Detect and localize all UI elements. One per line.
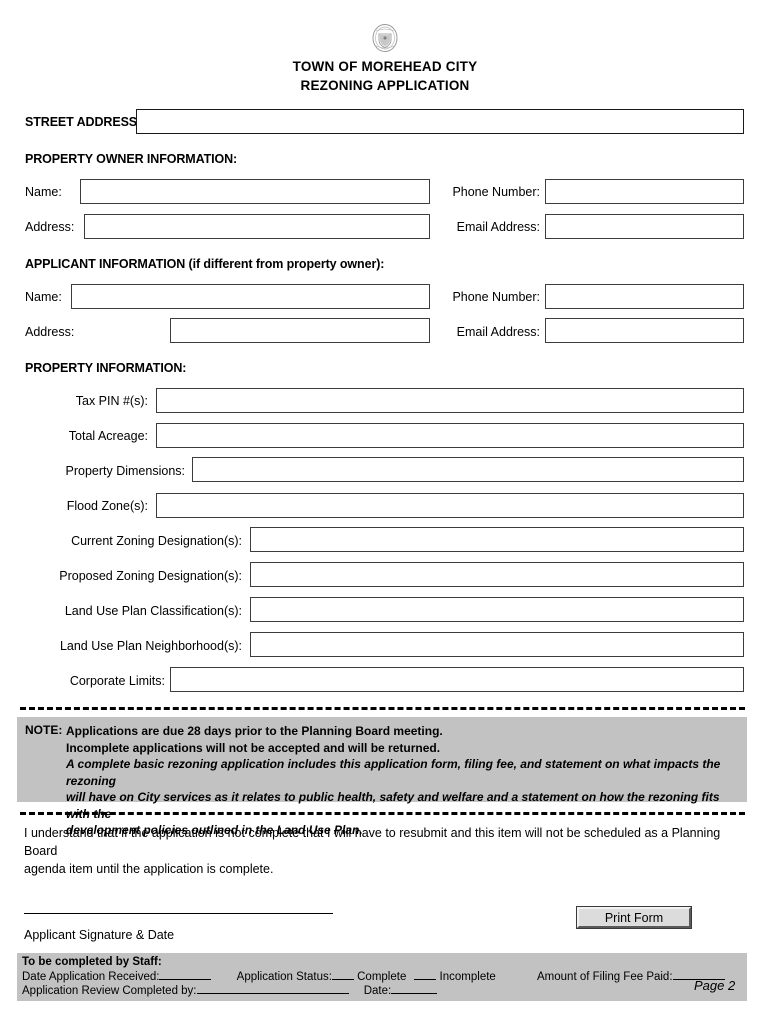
status-complete-blank[interactable] [331,979,354,980]
corporate-limits-label: Corporate Limits: [69,674,165,688]
applicant-phone-input[interactable] [545,284,744,309]
flood-zone-input[interactable] [156,493,744,518]
land-use-classification-label: Land Use Plan Classification(s): [64,604,242,618]
applicant-address-input[interactable] [170,318,430,343]
property-information-heading: PROPERTY INFORMATION: [25,361,187,375]
owner-address-label: Address: [25,220,75,234]
statement-line-1: I understand that if the application is … [24,826,721,858]
property-owner-heading: PROPERTY OWNER INFORMATION: [25,152,238,166]
note-line-1: Applications are due 28 days prior to th… [66,724,443,738]
date-received-blank[interactable] [159,979,212,980]
statement-line-2: agenda item until the application is com… [24,862,274,876]
total-acreage-input[interactable] [156,423,744,448]
note-label: NOTE: [25,723,63,737]
land-use-neighborhood-input[interactable] [250,632,744,657]
staff-section-title: To be completed by Staff: [22,956,162,968]
review-date-blank[interactable] [391,993,438,994]
staff-row-1: Date Application Received: Application S… [22,970,725,985]
signature-line[interactable] [24,913,333,914]
note-line-4: will have on City services as it relates… [66,790,720,821]
section-divider-bottom [20,812,745,815]
owner-email-label: Email Address: [456,220,540,234]
corporate-limits-input[interactable] [170,667,744,692]
filing-fee-label: Amount of Filing Fee Paid: [537,971,673,983]
review-date-label: Date: [363,985,392,997]
land-use-neighborhood-label: Land Use Plan Neighborhood(s): [59,639,242,653]
title-line-2: REZONING APPLICATION [300,78,470,93]
proposed-zoning-input[interactable] [250,562,744,587]
signature-caption: Applicant Signature & Date [24,928,175,942]
owner-phone-input[interactable] [545,179,744,204]
tax-pin-label: Tax PIN #(s): [75,394,148,408]
applicant-address-label: Address: [25,325,75,339]
applicant-name-label: Name: [25,290,62,304]
applicant-phone-label: Phone Number: [452,290,540,304]
owner-address-input[interactable] [84,214,430,239]
town-seal-icon [371,22,399,54]
owner-name-label: Name: [25,185,62,199]
street-address-label: STREET ADDRESS: [25,115,142,129]
review-completed-by-blank[interactable] [196,993,349,994]
total-acreage-label: Total Acreage: [68,429,148,443]
tax-pin-input[interactable] [156,388,744,413]
land-use-classification-input[interactable] [250,597,744,622]
current-zoning-input[interactable] [250,527,744,552]
property-dimensions-label: Property Dimensions: [65,464,186,478]
status-incomplete-blank[interactable] [414,979,437,980]
street-address-input[interactable] [136,109,744,134]
date-received-label: Date Application Received: [22,971,160,983]
applicant-email-input[interactable] [545,318,744,343]
flood-zone-label: Flood Zone(s): [66,499,148,513]
owner-name-input[interactable] [80,179,430,204]
owner-phone-label: Phone Number: [452,185,540,199]
status-incomplete-label: Incomplete [439,971,496,983]
rezoning-application-page: TOWN OF MOREHEAD CITY REZONING APPLICATI… [0,0,770,1024]
page-number: Page 2 [694,978,736,993]
owner-email-input[interactable] [545,214,744,239]
review-completed-by-label: Application Review Completed by: [22,985,197,997]
understanding-statement: I understand that if the application is … [24,824,740,878]
applicant-heading: APPLICANT INFORMATION (if different from… [25,257,385,271]
note-line-2: Incomplete applications will not be acce… [66,740,441,755]
status-complete-label: Complete [357,971,407,983]
note-line-3: A complete basic rezoning application in… [66,757,721,788]
current-zoning-label: Current Zoning Designation(s): [71,534,242,548]
application-status-label: Application Status: [236,971,332,983]
proposed-zoning-label: Proposed Zoning Designation(s): [59,569,242,583]
page-title: TOWN OF MOREHEAD CITY REZONING APPLICATI… [0,57,770,95]
section-divider-top [20,707,745,710]
applicant-email-label: Email Address: [456,325,540,339]
property-dimensions-input[interactable] [192,457,744,482]
applicant-name-input[interactable] [71,284,430,309]
staff-row-2: Application Review Completed by: Date: [22,984,438,999]
note-text: Applications are due 28 days prior to th… [66,723,738,839]
title-line-1: TOWN OF MOREHEAD CITY [292,59,478,74]
print-form-button[interactable]: Print Form [577,907,691,928]
